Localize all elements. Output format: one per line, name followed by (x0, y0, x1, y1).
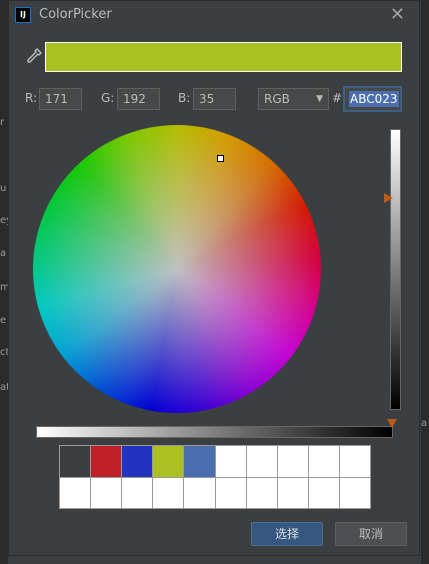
recent-color-swatch[interactable] (215, 446, 246, 477)
color-wheel-selection-marker[interactable] (217, 155, 224, 162)
background-text-fragment: r (0, 117, 5, 128)
blue-label: B: (178, 91, 191, 105)
red-input[interactable]: 171 (39, 88, 82, 110)
recent-colors-palette (59, 445, 371, 509)
recent-color-swatch[interactable] (339, 446, 370, 477)
recent-color-swatch[interactable] (277, 446, 308, 477)
color-preview (45, 42, 402, 72)
recent-color-swatch[interactable] (153, 446, 184, 477)
hex-value: ABC023 (349, 91, 399, 107)
color-wheel[interactable] (33, 125, 321, 413)
color-mode-select[interactable]: RGB ▼ (258, 88, 329, 110)
chevron-down-icon: ▼ (316, 94, 323, 104)
red-label: R: (25, 91, 38, 105)
recent-color-swatch[interactable] (308, 446, 339, 477)
cancel-button[interactable]: 取消 (335, 522, 407, 546)
recent-color-swatch[interactable] (215, 477, 246, 508)
recent-color-swatch[interactable] (184, 446, 215, 477)
hex-prefix: # (332, 91, 343, 105)
opacity-slider[interactable] (36, 426, 393, 438)
recent-color-swatch[interactable] (184, 477, 215, 508)
opacity-slider-thumb[interactable] (387, 419, 397, 428)
green-label: G: (101, 91, 115, 105)
choose-button[interactable]: 选择 (251, 522, 323, 546)
dialog-title: ColorPicker (39, 7, 112, 22)
ide-background-right (421, 0, 429, 564)
background-text-fragment: e (0, 315, 7, 326)
recent-color-swatch[interactable] (91, 446, 122, 477)
recent-color-swatch[interactable] (277, 477, 308, 508)
recent-color-swatch[interactable] (308, 477, 339, 508)
background-text-fragment: a (0, 248, 7, 259)
recent-color-swatch[interactable] (60, 477, 91, 508)
background-text-fragment: a (421, 418, 428, 429)
blue-input[interactable]: 35 (193, 88, 236, 110)
green-input[interactable]: 192 (117, 88, 160, 110)
color-mode-value: RGB (264, 92, 290, 106)
hex-input[interactable]: ABC023 (343, 86, 402, 112)
eyedropper-icon[interactable] (25, 47, 43, 65)
recent-color-swatch[interactable] (153, 477, 184, 508)
background-text-fragment: ct (0, 347, 8, 358)
background-text-fragment: u (0, 183, 7, 194)
close-icon[interactable]: ✕ (390, 4, 405, 25)
recent-color-swatch[interactable] (91, 477, 122, 508)
recent-color-swatch[interactable] (60, 446, 91, 477)
background-text-fragment: at (0, 382, 8, 393)
title-bar[interactable]: IJ ColorPicker ✕ (9, 1, 419, 31)
recent-color-swatch[interactable] (122, 446, 153, 477)
recent-color-swatch[interactable] (246, 477, 277, 508)
recent-color-swatch[interactable] (246, 446, 277, 477)
intellij-app-icon: IJ (15, 7, 31, 23)
recent-color-swatch[interactable] (122, 477, 153, 508)
color-picker-dialog: IJ ColorPicker ✕ R: 171 G: 192 B: 35 RGB… (8, 0, 420, 556)
brightness-slider[interactable] (390, 129, 401, 410)
brightness-slider-thumb[interactable] (384, 193, 393, 203)
background-text-fragment: m (0, 282, 8, 293)
background-text-fragment: ey (0, 215, 8, 226)
recent-color-swatch[interactable] (339, 477, 370, 508)
